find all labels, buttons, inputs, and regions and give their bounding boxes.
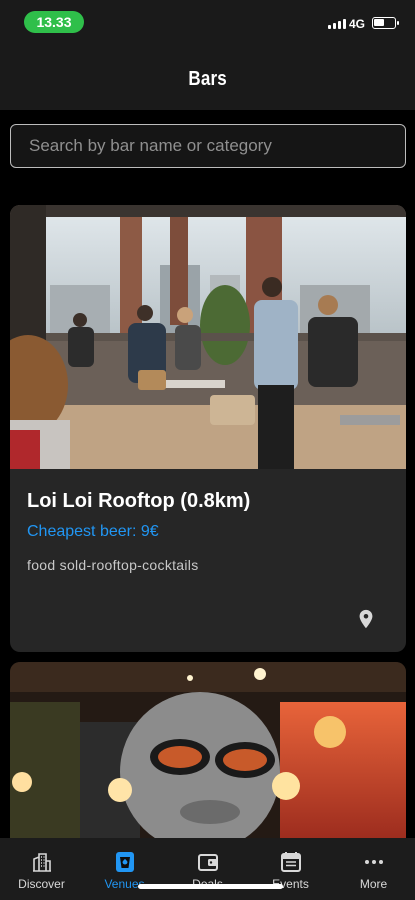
buildings-icon — [32, 853, 51, 872]
search-box[interactable] — [10, 124, 406, 168]
status-bar: 13.33 4G — [0, 0, 415, 48]
venue-name: Loi Loi Rooftop (0.8km) — [27, 490, 251, 512]
battery-icon — [372, 17, 399, 29]
home-indicator[interactable] — [138, 884, 283, 889]
venue-tags: food sold-rooftop-cocktails — [27, 557, 199, 573]
calendar-icon — [280, 852, 301, 872]
app-header: Bars — [0, 48, 415, 110]
tab-label: More — [359, 877, 388, 891]
signal-icon — [328, 19, 346, 29]
venue-photo — [10, 662, 406, 840]
venue-card[interactable] — [10, 662, 406, 862]
tab-events[interactable]: Events — [249, 838, 332, 900]
venue-photo — [10, 205, 406, 469]
search-input[interactable] — [11, 125, 405, 167]
cup-icon — [115, 852, 134, 872]
tab-label: Discover — [18, 877, 65, 891]
tab-discover[interactable]: Discover — [0, 838, 83, 900]
more-dots-icon — [364, 860, 383, 864]
tab-venues[interactable]: Venues — [83, 838, 166, 900]
bottom-tab-bar: Discover Venues Deals Events More — [0, 838, 415, 900]
tab-more[interactable]: More — [332, 838, 415, 900]
location-pin-icon[interactable] — [355, 607, 377, 631]
tab-deals[interactable]: Deals — [166, 838, 249, 900]
wallet-icon — [197, 854, 218, 871]
cheapest-beer: Cheapest beer: 9€ — [27, 523, 159, 540]
page-title: Bars — [188, 67, 227, 90]
network-label: 4G — [349, 17, 366, 31]
venue-card[interactable]: Loi Loi Rooftop (0.8km) Cheapest beer: 9… — [10, 205, 406, 652]
status-time: 13.33 — [24, 11, 84, 33]
